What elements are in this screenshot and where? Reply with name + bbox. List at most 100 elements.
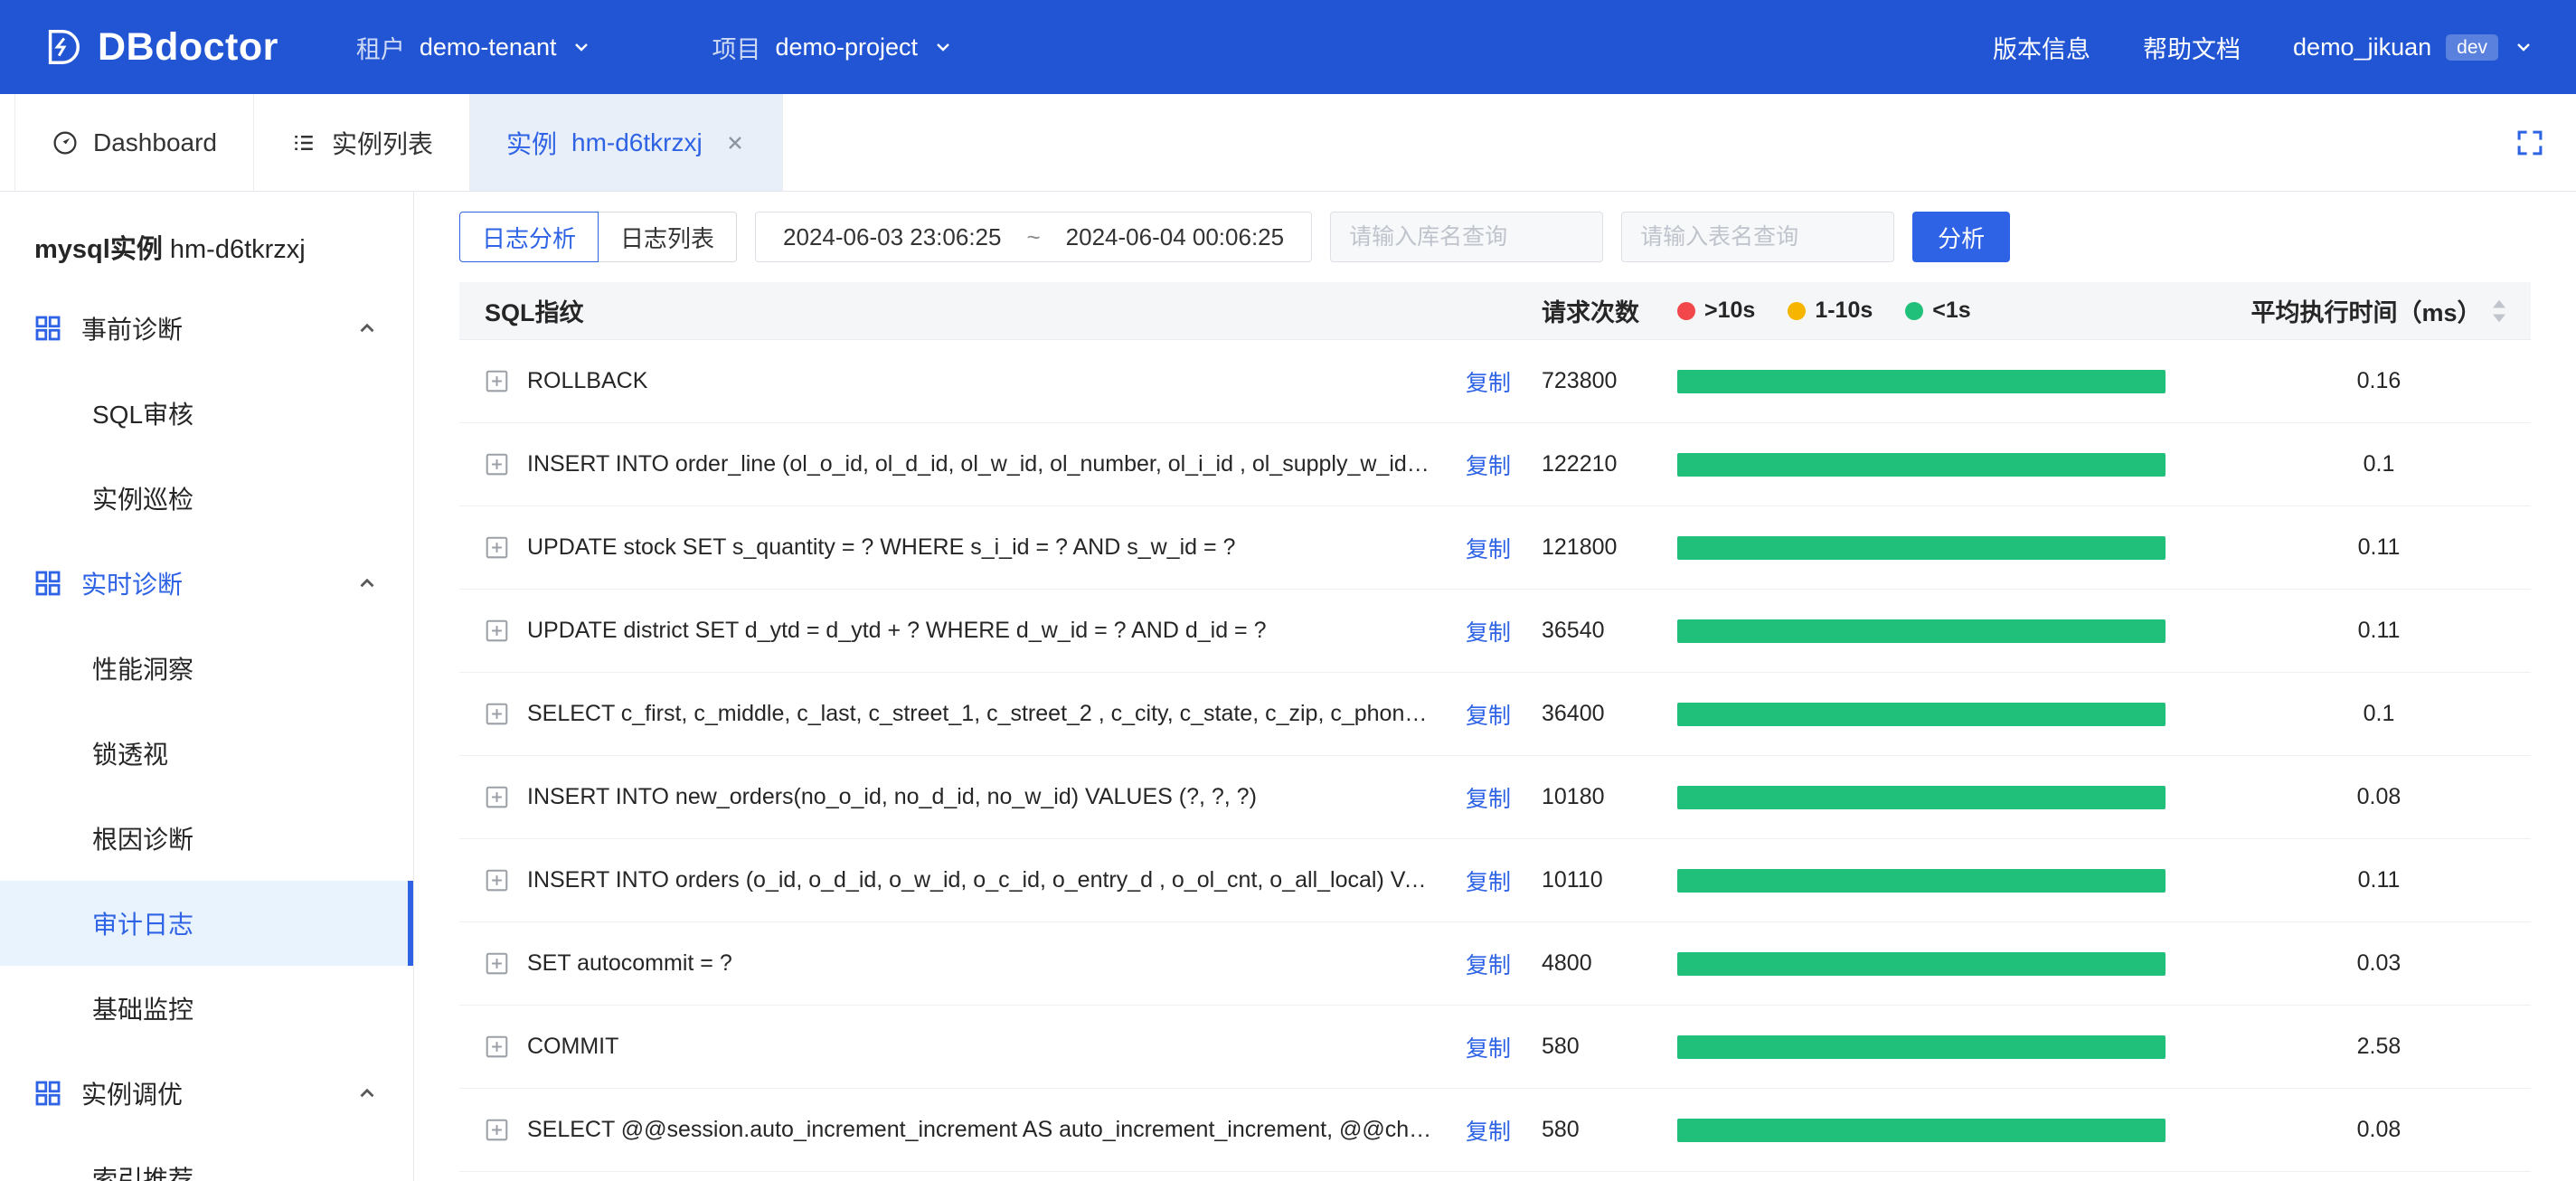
request-count: 4800 — [1529, 950, 1674, 977]
copy-button[interactable]: 复制 — [1466, 454, 1511, 479]
chevron-down-icon — [2513, 36, 2534, 58]
table-row: UPDATE stock SET s_quantity = ? WHERE s_… — [459, 506, 2531, 590]
help-docs-link[interactable]: 帮助文档 — [2143, 30, 2241, 65]
tab-instance-detail[interactable]: 实例 hm-d6tkrzxj — [470, 94, 783, 191]
latency-bar-lt1s — [1677, 952, 2166, 976]
grid-icon — [34, 1080, 61, 1107]
expand-row-icon[interactable] — [485, 702, 509, 726]
sql-cell: UPDATE stock SET s_quantity = ? WHERE s_… — [485, 534, 1448, 561]
request-count: 580 — [1529, 1034, 1674, 1060]
user-menu[interactable]: demo_jikuan dev — [2293, 33, 2534, 61]
latency-bar-lt1s — [1677, 619, 2166, 643]
user-name: demo_jikuan — [2293, 33, 2431, 61]
date-range-picker[interactable]: 2024-06-03 23:06:25 ~ 2024-06-04 00:06:2… — [755, 212, 1312, 262]
tab-instance-list[interactable]: 实例列表 — [254, 94, 470, 191]
latency-bar-lt1s — [1677, 1035, 2166, 1059]
expand-row-icon[interactable] — [485, 535, 509, 560]
copy-button[interactable]: 复制 — [1466, 870, 1511, 895]
tenant-select[interactable]: 租户 demo-tenant — [356, 30, 593, 65]
navbar-right: 版本信息 帮助文档 demo_jikuan dev — [1993, 30, 2534, 65]
request-count: 36400 — [1529, 701, 1674, 727]
request-count: 10180 — [1529, 784, 1674, 810]
filter-input-table[interactable] — [1621, 212, 1894, 262]
grid-icon — [34, 315, 61, 342]
expand-row-icon[interactable] — [485, 619, 509, 643]
latency-bar-lt1s — [1677, 786, 2166, 809]
project-label: 项目 — [712, 30, 760, 65]
project-select[interactable]: 项目 demo-project — [712, 30, 954, 65]
sidebar-item[interactable]: 索引推荐 — [0, 1136, 413, 1181]
toolbar: 日志分析日志列表 2024-06-03 23:06:25 ~ 2024-06-0… — [459, 212, 2531, 262]
filter-input-database[interactable] — [1330, 212, 1603, 262]
sidebar-section[interactable]: 实时诊断 — [0, 541, 413, 626]
copy-button[interactable]: 复制 — [1466, 1036, 1511, 1062]
avg-exec-time: 0.11 — [2252, 534, 2505, 561]
close-icon[interactable] — [724, 132, 746, 154]
copy-button[interactable]: 复制 — [1466, 1120, 1511, 1145]
copy-button[interactable]: 复制 — [1466, 620, 1511, 646]
mode-tab[interactable]: 日志列表 — [598, 212, 737, 262]
copy-button[interactable]: 复制 — [1466, 953, 1511, 978]
user-env-badge: dev — [2446, 34, 2498, 61]
brand[interactable]: DBdoctor — [42, 25, 278, 70]
avg-exec-time: 0.11 — [2252, 618, 2505, 644]
grid-icon — [34, 570, 61, 597]
sidebar-section[interactable]: 实例调优 — [0, 1051, 413, 1136]
sidebar-item[interactable]: 实例巡检 — [0, 456, 413, 541]
col-header-avg[interactable]: 平均执行时间（ms） — [2252, 293, 2505, 328]
expand-row-icon[interactable] — [485, 1035, 509, 1059]
col-header-sql: SQL指纹 — [485, 293, 1529, 328]
expand-row-icon[interactable] — [485, 1118, 509, 1142]
latency-bar-lt1s — [1677, 453, 2166, 477]
sidebar-item[interactable]: 锁透视 — [0, 711, 413, 796]
analyze-button[interactable]: 分析 — [1912, 212, 2010, 262]
sql-fingerprint-table: SQL指纹 请求次数 >10s1-10s<1s 平均执行时间（ms） ROLLB… — [459, 282, 2531, 1181]
sidebar-section-label: 实时诊断 — [81, 565, 183, 601]
latency-bar-track — [1677, 370, 2166, 393]
sidebar-nav: 事前诊断SQL审核实例巡检实时诊断性能洞察锁透视根因诊断审计日志基础监控实例调优… — [0, 286, 413, 1181]
mode-tab[interactable]: 日志分析 — [459, 212, 599, 262]
latency-bar-lt1s — [1677, 370, 2166, 393]
sidebar-section[interactable]: 事前诊断 — [0, 286, 413, 371]
latency-bar-track — [1677, 786, 2166, 809]
sidebar-item[interactable]: SQL审核 — [0, 371, 413, 456]
sort-icon[interactable] — [2491, 298, 2507, 324]
avg-exec-time: 0.08 — [2252, 784, 2505, 810]
latency-bar-track — [1677, 1035, 2166, 1059]
expand-row-icon[interactable] — [485, 452, 509, 477]
sql-text: SET autocommit = ? — [527, 950, 732, 977]
sql-cell: SELECT c_first, c_middle, c_last, c_stre… — [485, 701, 1448, 727]
copy-button[interactable]: 复制 — [1466, 537, 1511, 562]
fullscreen-expand-icon[interactable] — [2515, 128, 2545, 158]
version-info-link[interactable]: 版本信息 — [1993, 30, 2090, 65]
sidebar-item[interactable]: 审计日志 — [0, 881, 413, 966]
copy-button[interactable]: 复制 — [1466, 371, 1511, 396]
sidebar-item[interactable]: 性能洞察 — [0, 626, 413, 711]
copy-button[interactable]: 复制 — [1466, 787, 1511, 812]
sidebar: mysql实例 hm-d6tkrzxj 事前诊断SQL审核实例巡检实时诊断性能洞… — [0, 192, 414, 1181]
sidebar-section-label: 实例调优 — [81, 1075, 183, 1111]
copy-button[interactable]: 复制 — [1466, 704, 1511, 729]
chevron-up-icon — [355, 572, 379, 595]
tab-dashboard[interactable]: Dashboard — [14, 94, 254, 191]
sql-text: ROLLBACK — [527, 368, 647, 394]
expand-row-icon[interactable] — [485, 785, 509, 809]
expand-row-icon[interactable] — [485, 951, 509, 976]
mode-switch: 日志分析日志列表 — [459, 212, 737, 262]
expand-row-icon[interactable] — [485, 369, 509, 393]
expand-row-icon[interactable] — [485, 868, 509, 893]
filter-inputs — [1330, 212, 1894, 262]
sidebar-item[interactable]: 基础监控 — [0, 966, 413, 1051]
avg-exec-time: 0.1 — [2252, 701, 2505, 727]
sidebar-item[interactable]: 根因诊断 — [0, 796, 413, 881]
sql-text: COMMIT — [527, 1034, 618, 1060]
tab-bar: Dashboard实例列表实例 hm-d6tkrzxj — [0, 94, 2576, 192]
top-navbar: DBdoctor 租户 demo-tenant 项目 demo-project … — [0, 0, 2576, 94]
latency-legend: >10s1-10s<1s — [1674, 298, 2252, 324]
tenant-label: 租户 — [356, 30, 405, 65]
table-row: SELECT @@session.auto_increment_incremen… — [459, 1089, 2531, 1172]
list-icon — [290, 129, 317, 156]
dashboard-icon — [52, 129, 79, 156]
tab-label-prefix: 实例 — [506, 125, 557, 161]
request-count: 10110 — [1529, 867, 1674, 893]
